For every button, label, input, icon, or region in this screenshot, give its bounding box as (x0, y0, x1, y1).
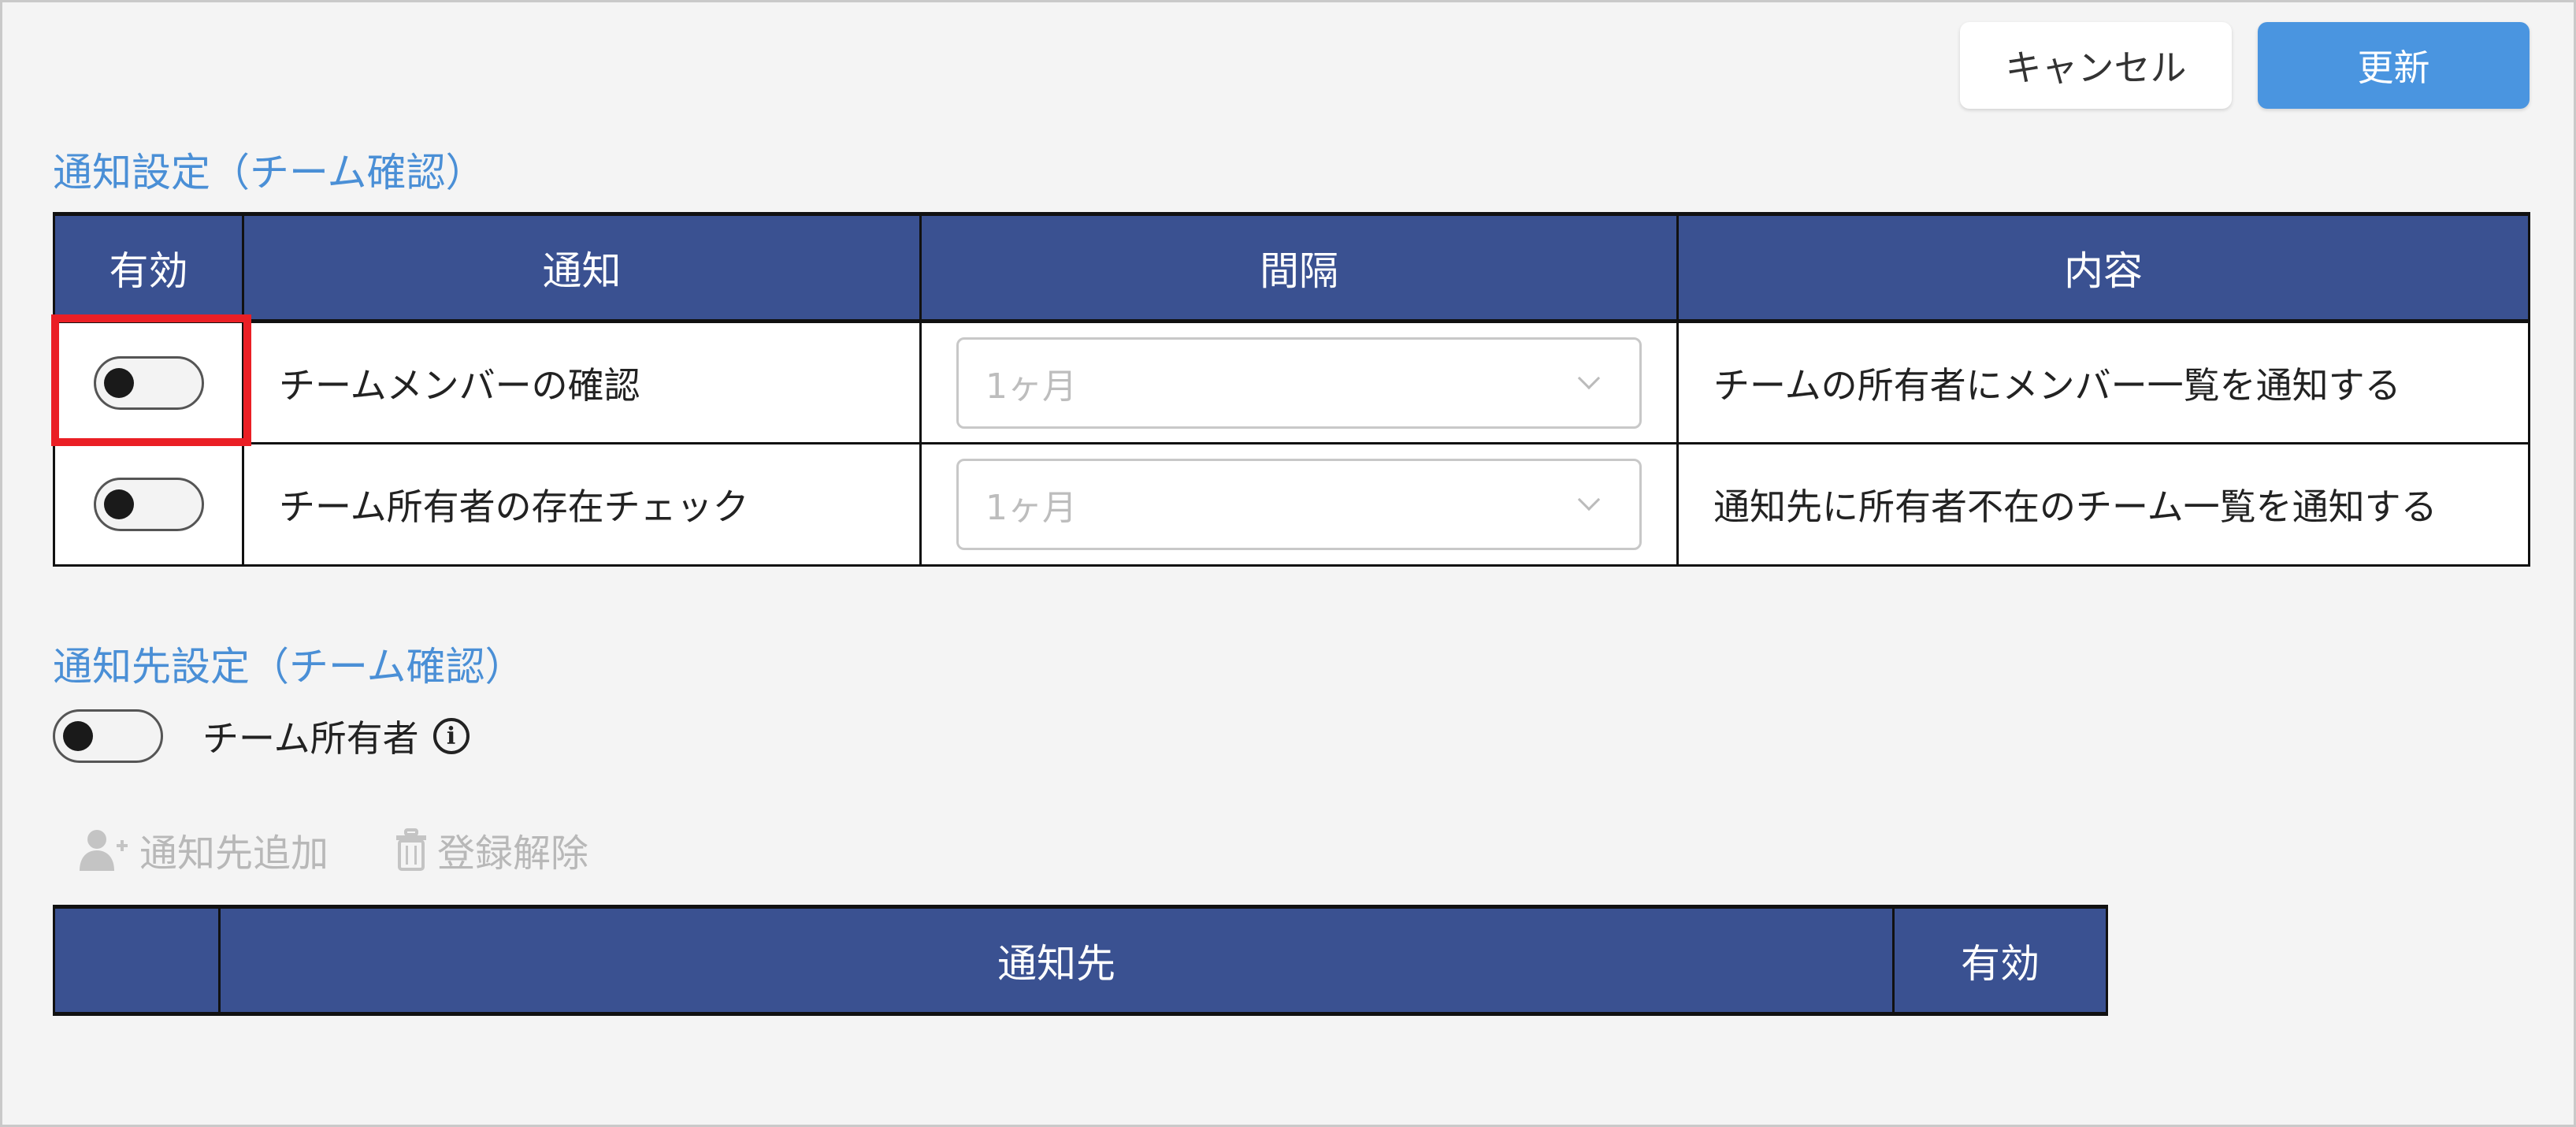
notification-name: チームメンバーの確認 (242, 320, 922, 444)
notification-settings-table: 有効 通知 間隔 内容 チームメンバーの確認 1ヶ月 チームの所有者にメンバー一… (53, 212, 2530, 567)
notification-name: チーム所有者の存在チェック (242, 442, 922, 567)
enabled-cell (53, 442, 244, 567)
user-plus-icon (80, 830, 128, 871)
toggle-knob (63, 721, 93, 751)
table-header-row: 有効 通知 間隔 内容 (53, 212, 2530, 323)
cancel-button[interactable]: キャンセル (1960, 22, 2232, 109)
settings-panel: キャンセル 更新 通知設定（チーム確認） 有効 通知 間隔 内容 チームメンバー… (0, 0, 2576, 1127)
unregister-label: 登録解除 (437, 831, 589, 876)
team-owner-row: チーム所有者 i (53, 709, 470, 763)
notification-settings-title: 通知設定（チーム確認） (53, 150, 485, 195)
member-check-toggle[interactable] (93, 355, 204, 410)
interval-value: 1ヶ月 (985, 488, 1077, 528)
column-header-enabled: 有効 (1892, 905, 2108, 1016)
enabled-cell (53, 320, 244, 444)
update-button[interactable]: 更新 (2258, 22, 2530, 109)
unregister-button[interactable]: 登録解除 (395, 822, 588, 877)
recipient-table: 通知先 有効 (53, 905, 2108, 1016)
recipient-actions: 通知先追加 登録解除 (80, 822, 588, 877)
interval-select[interactable]: 1ヶ月 (956, 337, 1642, 429)
interval-cell: 1ヶ月 (919, 442, 1679, 567)
interval-cell: 1ヶ月 (919, 320, 1679, 444)
chevron-down-icon (1577, 366, 1601, 389)
chevron-down-icon (1577, 488, 1601, 511)
table-row: チームメンバーの確認 1ヶ月 チームの所有者にメンバー一覧を通知する (53, 320, 2530, 444)
column-header-interval: 間隔 (919, 212, 1679, 323)
team-owner-label: チーム所有者 (202, 717, 419, 760)
add-recipient-label: 通知先追加 (139, 831, 329, 876)
notification-description: 通知先に所有者不在のチーム一覧を通知する (1676, 442, 2530, 567)
column-header-enabled: 有効 (53, 212, 244, 323)
team-owner-toggle[interactable] (53, 709, 163, 763)
info-icon[interactable]: i (432, 718, 470, 754)
table-row: チーム所有者の存在チェック 1ヶ月 通知先に所有者不在のチーム一覧を通知する (53, 442, 2530, 567)
column-header-content: 内容 (1676, 212, 2530, 323)
interval-value: 1ヶ月 (985, 366, 1077, 407)
add-recipient-button[interactable]: 通知先追加 (80, 822, 328, 877)
notification-description: チームの所有者にメンバー一覧を通知する (1676, 320, 2530, 444)
recipient-settings-title: 通知先設定（チーム確認） (53, 644, 525, 690)
column-header-recipient: 通知先 (218, 905, 1895, 1016)
trash-icon (396, 828, 427, 871)
toggle-knob (103, 489, 134, 519)
interval-select[interactable]: 1ヶ月 (956, 459, 1642, 550)
owner-check-toggle[interactable] (93, 478, 204, 531)
toggle-knob (103, 367, 134, 398)
table-header-row: 通知先 有効 (53, 905, 2108, 1016)
column-header-select (53, 905, 221, 1016)
column-header-notification: 通知 (242, 212, 922, 323)
